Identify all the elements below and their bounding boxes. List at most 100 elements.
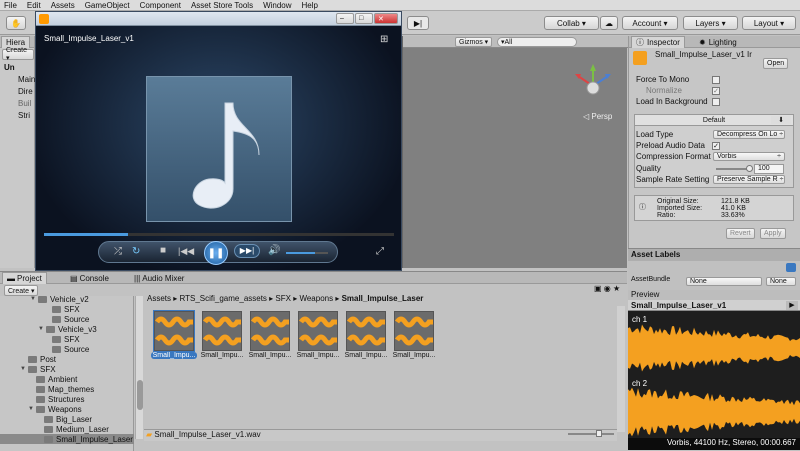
shuffle-icon[interactable]: ⤮ — [114, 246, 122, 257]
selected-file-path: ▰ Small_Impulse_Laser_v1.wav — [146, 430, 261, 439]
menu-component[interactable]: Component — [140, 1, 181, 10]
next-button[interactable]: ▶▶| — [234, 244, 260, 258]
tree-folder[interactable]: ▼ Weapons — [28, 404, 82, 414]
breadcrumb-item[interactable]: RTS_Scifi_game_assets — [179, 294, 266, 303]
force-mono-checkbox[interactable] — [712, 75, 720, 84]
normalize-checkbox[interactable]: ✓ — [712, 86, 720, 95]
compression-row: Compression Format — [636, 152, 711, 161]
scene-view[interactable]: Gizmos ▾ ▾All ◁ Persp — [402, 36, 628, 268]
pause-button[interactable]: ❚❚ — [204, 241, 228, 265]
tab-project[interactable]: ▬ Project — [2, 272, 47, 284]
toolbar-icons[interactable]: ▣ ◉ ★ — [594, 284, 620, 293]
audio-asset-thumbnail[interactable] — [394, 311, 434, 351]
open-button[interactable]: Open — [763, 58, 789, 69]
quality-field[interactable]: 100 — [754, 164, 784, 174]
scene-root[interactable]: Un — [4, 62, 15, 72]
scene-search-input[interactable]: ▾All — [497, 37, 577, 47]
hierarchy-item[interactable]: Buil — [18, 98, 31, 108]
tree-folder[interactable]: Source — [52, 344, 89, 354]
menu-file[interactable]: File — [4, 1, 17, 10]
tab-console[interactable]: ▤ Console — [66, 272, 113, 284]
tree-folder[interactable]: ▼ SFX — [20, 364, 56, 374]
asset-variant-dropdown[interactable]: None — [766, 277, 796, 286]
label-tag-icon[interactable] — [786, 263, 796, 272]
hierarchy-item[interactable]: Dire — [18, 86, 33, 96]
audio-asset-thumbnail[interactable] — [346, 311, 386, 351]
revert-button[interactable]: Revert — [726, 228, 755, 239]
play-preview-icon[interactable]: ▶ — [786, 301, 798, 310]
menu-window[interactable]: Window — [263, 1, 291, 10]
tree-scrollbar[interactable] — [135, 296, 143, 439]
tree-folder[interactable]: Medium_Laser — [44, 424, 109, 434]
audio-asset-thumbnail[interactable] — [153, 310, 195, 352]
hierarchy-item[interactable]: Main — [18, 74, 35, 84]
tree-folder[interactable]: ▼ Vehicle_v3 — [38, 324, 97, 334]
assets-scrollbar[interactable] — [617, 306, 625, 432]
load-background-checkbox[interactable] — [712, 97, 720, 106]
tree-folder-selected[interactable]: Small_Impulse_Laser — [0, 434, 134, 444]
tab-inspector[interactable]: ⓘ Inspector — [631, 36, 685, 48]
audio-asset-thumbnail[interactable] — [250, 311, 290, 351]
preload-checkbox[interactable]: ✓ — [712, 141, 720, 150]
volume-icon[interactable]: 🔊 — [268, 245, 280, 256]
sample-rate-dropdown[interactable]: Preserve Sample R ÷ — [713, 175, 785, 184]
volume-slider[interactable] — [286, 252, 328, 254]
hand-tool-button[interactable]: ✋ — [6, 16, 26, 30]
preview-audio-info: Vorbis, 44100 Hz, Stereo, 00:00.667 — [628, 438, 800, 450]
gizmos-dropdown[interactable]: Gizmos ▾ — [455, 37, 493, 47]
menu-asset-store-tools[interactable]: Asset Store Tools — [191, 1, 253, 10]
minimize-button[interactable]: – — [336, 13, 354, 24]
breadcrumb-item[interactable]: SFX — [275, 294, 291, 303]
persp-label[interactable]: ◁ Persp — [583, 112, 612, 121]
quality-slider-handle[interactable] — [746, 165, 753, 172]
compression-dropdown[interactable]: Vorbis ÷ — [713, 152, 785, 161]
tab-lighting[interactable]: ✹ Lighting — [695, 36, 741, 48]
menu-assets[interactable]: Assets — [51, 1, 75, 10]
fullscreen-icon[interactable]: ⤢ — [376, 246, 384, 257]
account-dropdown[interactable]: Account ▾ — [622, 16, 678, 30]
breadcrumb-item[interactable]: Assets — [147, 294, 171, 303]
close-button[interactable]: ✕ — [374, 13, 398, 24]
layers-dropdown[interactable]: Layers ▾ — [683, 16, 738, 30]
default-platform-tab[interactable]: Default — [635, 115, 793, 126]
stop-icon[interactable]: ■ — [160, 245, 166, 256]
audio-asset-thumbnail[interactable] — [298, 311, 338, 351]
breadcrumb-item[interactable]: Small_Impulse_Laser — [342, 294, 424, 303]
cloud-button[interactable]: ☁ — [600, 16, 618, 30]
menu-gameobject[interactable]: GameObject — [85, 1, 130, 10]
tree-scrollbar-thumb[interactable] — [137, 380, 143, 410]
tree-folder[interactable]: Big_Laser — [44, 414, 92, 424]
switch-view-icon[interactable]: ⊞ — [380, 34, 388, 45]
size-info-box: ⓘ Original Size: 121.8 KB Imported Size: 4… — [634, 195, 794, 221]
menu-edit[interactable]: Edit — [27, 1, 41, 10]
step-button[interactable]: ▶| — [407, 16, 429, 30]
menu-help[interactable]: Help — [302, 1, 318, 10]
download-icon[interactable]: ⬇ — [771, 116, 791, 124]
breadcrumb-item[interactable]: Weapons — [299, 294, 333, 303]
seek-bar[interactable] — [44, 233, 394, 236]
apply-button[interactable]: Apply — [760, 228, 786, 239]
tree-folder[interactable]: Post — [28, 354, 56, 364]
scene-gizmo-icon[interactable] — [571, 62, 615, 106]
load-type-dropdown[interactable]: Decompress On Lo ÷ — [713, 130, 785, 139]
previous-icon[interactable]: |◀◀ — [178, 246, 194, 257]
collab-button[interactable]: Collab ▾ — [544, 16, 599, 30]
audio-asset-thumbnail[interactable] — [202, 311, 242, 351]
layout-dropdown[interactable]: Layout ▾ — [742, 16, 796, 30]
waveform-icon — [394, 316, 433, 346]
quality-slider[interactable] — [716, 165, 753, 172]
thumbnail-size-slider[interactable] — [568, 430, 614, 437]
tree-folder[interactable]: ▼ Vehicle_v2 — [30, 294, 89, 304]
tab-audio-mixer[interactable]: ||| Audio Mixer — [130, 272, 188, 284]
repeat-icon[interactable]: ↻ — [132, 246, 140, 257]
tree-folder[interactable]: SFX — [52, 304, 80, 314]
hierarchy-create-button[interactable]: Create ▾ — [2, 47, 34, 62]
maximize-button[interactable]: □ — [355, 13, 373, 24]
hierarchy-item[interactable]: Stri — [18, 110, 30, 120]
tree-folder[interactable]: Source — [52, 314, 89, 324]
tree-folder[interactable]: Structures — [36, 394, 84, 404]
asset-bundle-dropdown[interactable]: None — [686, 277, 762, 286]
tree-folder[interactable]: SFX — [52, 334, 80, 344]
tree-folder[interactable]: Ambient — [36, 374, 77, 384]
tree-folder[interactable]: Map_themes — [36, 384, 94, 394]
